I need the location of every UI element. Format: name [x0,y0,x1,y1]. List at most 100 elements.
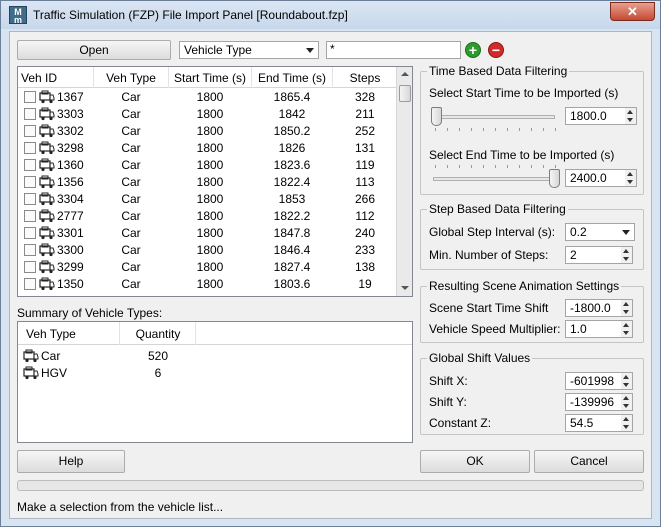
cell-steps: 328 [354,90,376,104]
spin-arrows-icon[interactable] [625,170,636,186]
row-checkbox[interactable] [24,261,36,273]
col-veh-type[interactable]: Veh Type [94,71,168,85]
global-shift-title: Global Shift Values [427,351,533,365]
col-end-time[interactable]: End Time (s) [252,71,332,85]
filter-field-select[interactable]: Vehicle Type [179,41,319,59]
table-row[interactable]: 1356 Car 1800 1822.4 113 [18,174,398,191]
slider-tick [495,165,496,168]
cell-start-time: 1800 [196,175,224,189]
row-checkbox[interactable] [24,227,36,239]
list-item[interactable]: Car 520 [18,348,398,365]
table-row[interactable]: 1367 Car 1800 1865.4 328 [18,89,398,106]
row-checkbox[interactable] [24,125,36,137]
start-time-shift-spinner[interactable]: -1800.0 [565,299,633,317]
spin-arrows-icon[interactable] [621,394,632,410]
cell-veh-type: Car [121,175,141,189]
table-row[interactable]: 2777 Car 1800 1822.2 112 [18,208,398,225]
constant-z-spinner[interactable]: 54.5 [565,414,633,432]
row-checkbox[interactable] [24,176,36,188]
spin-arrows-icon[interactable] [621,300,632,316]
col-veh-id[interactable]: Veh ID [21,71,61,85]
spin-arrows-icon[interactable] [625,108,636,124]
row-checkbox[interactable] [24,278,36,290]
scroll-down-arrow-icon[interactable] [397,280,412,296]
spin-arrows-icon[interactable] [621,247,632,263]
row-checkbox[interactable] [24,210,36,222]
spin-arrows-icon[interactable] [621,321,632,337]
row-checkbox[interactable] [24,91,36,103]
col-start-time[interactable]: Start Time (s) [169,71,251,85]
app-icon: M m [9,6,27,25]
end-time-spinner[interactable]: 2400.0 [565,169,637,187]
table-row[interactable]: 1360 Car 1800 1823.6 119 [18,157,398,174]
slider-tick [555,128,556,131]
app-icon-letter-bottom: m [13,15,22,25]
speed-multiplier-spinner[interactable]: 1.0 [565,320,633,338]
slider-tick [531,165,532,168]
col-summary-quantity[interactable]: Quantity [120,327,196,341]
table-row[interactable]: 3304 Car 1800 1853 266 [18,191,398,208]
start-time-slider-track[interactable] [433,115,555,119]
spin-arrows-icon[interactable] [621,415,632,431]
table-row[interactable]: 3300 Car 1800 1846.4 233 [18,242,398,259]
row-checkbox[interactable] [24,142,36,154]
min-steps-spinner[interactable]: 2 [565,246,633,264]
remove-filter-button[interactable]: − [488,42,504,58]
table-row[interactable]: 3298 Car 1800 1826 131 [18,140,398,157]
table-row[interactable]: 3302 Car 1800 1850.2 252 [18,123,398,140]
global-shift-group: Global Shift Values Shift X: -601998 Shi… [420,351,644,435]
cancel-button[interactable]: Cancel [534,450,644,473]
cell-end-time: 1822.4 [273,175,311,189]
table-row[interactable]: 3303 Car 1800 1842 211 [18,106,398,123]
cell-end-time: 1853 [278,192,306,206]
cell-steps: 119 [355,158,375,172]
add-filter-button[interactable]: + [465,42,481,58]
row-checkbox[interactable] [24,244,36,256]
chevron-down-icon [622,230,630,235]
col-summary-veh-type[interactable]: Veh Type [26,327,76,341]
vehicle-list[interactable]: Veh ID Veh Type Start Time (s) End Time … [17,66,413,297]
end-time-slider-thumb[interactable] [549,169,560,188]
slider-tick [531,128,532,131]
cell-veh-type: Car [121,243,141,257]
cell-veh-type: Car [121,192,141,206]
status-text: Make a selection from the vehicle list..… [17,500,224,514]
row-checkbox[interactable] [24,193,36,205]
close-button[interactable]: ✕ [610,2,655,21]
end-time-slider-track[interactable] [433,177,555,181]
filter-value-input[interactable]: * [326,41,461,59]
col-steps[interactable]: Steps [333,71,397,85]
row-checkbox[interactable] [24,159,36,171]
cell-veh-type: Car [121,209,141,223]
vehicle-list-scrollbar[interactable] [396,67,412,296]
ok-button[interactable]: OK [420,450,530,473]
filter-field-value: Vehicle Type [184,43,252,57]
table-row[interactable]: 3299 Car 1800 1827.4 138 [18,259,398,276]
cell-veh-id: 3298 [57,141,84,155]
row-checkbox[interactable] [24,108,36,120]
step-interval-select[interactable]: 0.2 [565,223,635,241]
help-button[interactable]: Help [17,450,125,473]
constant-z-label: Constant Z: [429,416,492,430]
table-row[interactable]: 3301 Car 1800 1847.8 240 [18,225,398,242]
start-time-slider-thumb[interactable] [431,107,442,126]
cell-veh-type: Car [121,141,141,155]
scroll-thumb[interactable] [399,85,411,102]
import-progress-bar [17,480,644,491]
start-time-label: Select Start Time to be Imported (s) [429,86,619,100]
open-button[interactable]: Open [17,40,171,60]
start-time-spinner[interactable]: 1800.0 [565,107,637,125]
list-item[interactable]: HGV 6 [18,365,398,382]
shift-y-spinner[interactable]: -139996 [565,393,633,411]
cell-veh-id: 3302 [57,124,84,138]
table-row[interactable]: 1350 Car 1800 1803.6 19 [18,276,398,293]
shift-x-spinner[interactable]: -601998 [565,372,633,390]
cell-veh-type: Car [121,277,141,291]
spin-arrows-icon[interactable] [621,373,632,389]
vehicle-icon [39,90,55,104]
scroll-up-arrow-icon[interactable] [397,67,412,83]
title-bar[interactable]: M m Traffic Simulation (FZP) File Import… [1,1,660,29]
summary-list[interactable]: Veh Type Quantity Car 520 HGV 6 [17,321,413,443]
end-time-label: Select End Time to be Imported (s) [429,148,615,162]
min-steps-label: Min. Number of Steps: [429,248,549,262]
